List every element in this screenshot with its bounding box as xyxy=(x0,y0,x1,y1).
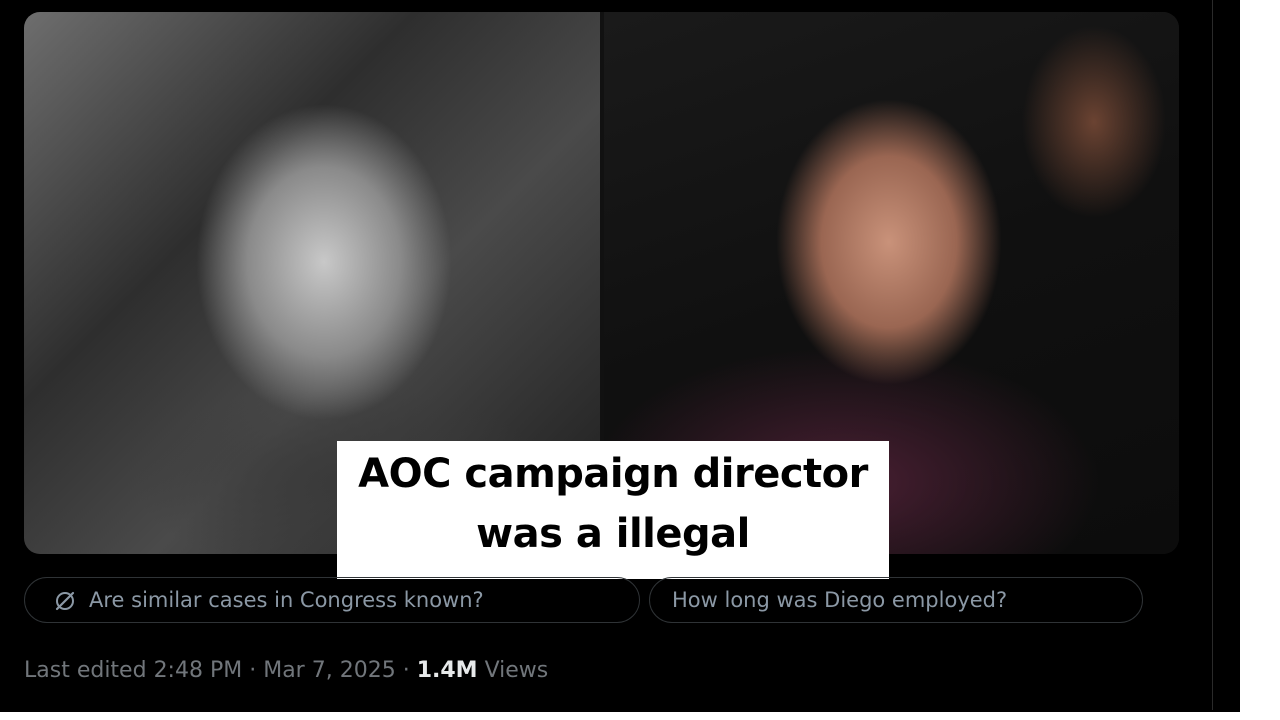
frame-bottom-margin xyxy=(0,712,1240,720)
suggestion-label: How long was Diego employed? xyxy=(672,588,1008,612)
caption-line-1: AOC campaign director xyxy=(358,451,868,497)
post-meta: Last edited 2:48 PM · Mar 7, 2025 · 1.4M… xyxy=(24,654,548,688)
caption-line-2: was a illegal xyxy=(476,511,750,557)
suggestion-label: Are similar cases in Congress known? xyxy=(89,588,484,612)
suggestion-chip-similar-cases[interactable]: Are similar cases in Congress known? xyxy=(24,577,640,623)
meta-separator: · xyxy=(402,658,410,683)
suggestion-chip-diego-employment[interactable]: How long was Diego employed? xyxy=(649,577,1143,623)
frame-right-margin xyxy=(1240,0,1280,720)
views-label: Views xyxy=(484,658,549,683)
edited-prefix: Last edited xyxy=(24,658,147,683)
post-time[interactable]: 2:48 PM xyxy=(154,658,243,683)
grok-slash-icon xyxy=(53,589,79,613)
views-count: 1.4M xyxy=(416,658,478,683)
meta-separator: · xyxy=(249,658,257,683)
content-right-border xyxy=(1212,0,1213,710)
post-date[interactable]: Mar 7, 2025 xyxy=(263,658,395,683)
caption-overlay: AOC campaign director was a illegal xyxy=(337,441,889,579)
